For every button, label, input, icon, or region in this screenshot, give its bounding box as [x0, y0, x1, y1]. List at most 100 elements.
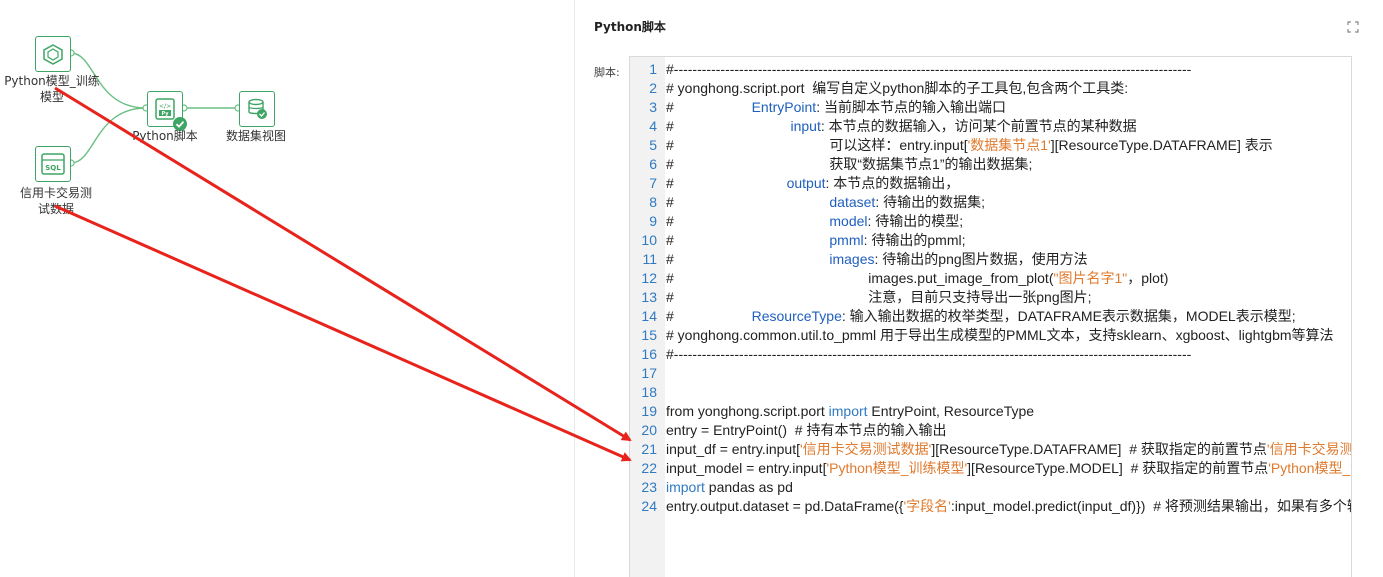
code-token: #	[666, 232, 830, 248]
code-line: # 注意，目前只支持导出一张png图片;	[666, 288, 1092, 307]
code-token: : 待输出的pmml;	[863, 232, 966, 248]
node-label-line: 模型	[39, 90, 64, 104]
code-token: output	[786, 175, 826, 191]
line-number: 19	[641, 403, 657, 419]
node-label-line: Python脚本	[132, 129, 198, 143]
code-line: # 可以这样：entry.input['数据集节点1'][ResourceTyp…	[666, 136, 1273, 155]
svg-text:SQL: SQL	[45, 164, 61, 172]
line-number: 6	[649, 156, 657, 172]
code-line: entry = EntryPoint() # 持有本节点的输入输出	[666, 421, 946, 440]
code-token: ，plot)	[1127, 270, 1169, 286]
code-line: #---------------------------------------…	[666, 345, 1191, 364]
code-token: 'Python模型_训练模型'	[826, 460, 968, 476]
code-token: '信用卡交易测试数据'	[1266, 441, 1351, 457]
code-token: :input_model.predict(input_df)}) # 将预测结果…	[950, 498, 1352, 514]
line-number: 15	[641, 327, 657, 343]
code-token: import	[828, 403, 868, 419]
code-token: images	[829, 251, 875, 267]
line-number: 16	[641, 346, 657, 362]
code-token: pmml	[829, 232, 864, 248]
code-token: : 输入输出数据的枚举类型，DATAFRAME表示数据集，MODEL表示模型;	[841, 308, 1296, 324]
code-token: ][ResourceType.DATAFRAME] 表示	[1050, 137, 1273, 153]
line-number: 14	[641, 308, 657, 324]
code-line: # EntryPoint: 当前脚本节点的输入输出端口	[666, 98, 1006, 117]
code-token: ResourceType	[751, 308, 842, 324]
code-token: pandas as pd	[704, 479, 793, 495]
line-number: 8	[649, 194, 657, 210]
code-token: #	[666, 213, 830, 229]
code-token: #	[666, 194, 830, 210]
svg-text:Py: Py	[161, 111, 169, 117]
code-token: : 待输出的数据集;	[875, 194, 985, 210]
line-number: 4	[649, 118, 657, 134]
line-number: 13	[641, 289, 657, 305]
line-number: 10	[641, 232, 657, 248]
code-line: # pmml: 待输出的pmml;	[666, 231, 966, 250]
code-line: import pandas as pd	[666, 478, 793, 497]
code-token: : 本节点的数据输入，访问某个前置节点的某种数据	[820, 118, 1137, 134]
dataset-view-icon	[239, 91, 275, 127]
code-editor[interactable]: 1 2 3 4 5 6 7 8 9 10 11 12 13 14 15 16 17 18 19 20 21 22 23 24 …	[629, 56, 1352, 577]
code-token: from yonghong.script.port	[666, 403, 829, 419]
code-token: : 当前脚本节点的输入输出端口	[816, 99, 1006, 115]
sql-icon: SQL	[35, 146, 71, 182]
code-line: # input: 本节点的数据输入，访问某个前置节点的某种数据	[666, 117, 1137, 136]
code-line: # images: 待输出的png图片数据，使用方法	[666, 250, 1088, 269]
line-number: 5	[649, 137, 657, 153]
code-token: # 注意，目前只支持导出一张png图片;	[666, 289, 1092, 305]
code-token: # 获取“数据集节点1”的输出数据集;	[666, 156, 1033, 172]
flow-canvas[interactable]: Python模型_训练 模型 SQL 信用卡交易测 试数据 </> Py Pyt…	[0, 0, 575, 577]
code-token: entry = EntryPoint() # 持有本节点的输入输出	[666, 422, 947, 438]
line-number: 24	[641, 498, 657, 514]
code-line: # yonghong.common.util.to_pmml 用于导出生成模型的…	[666, 326, 1334, 345]
code-token: import	[666, 479, 705, 495]
code-line: #---------------------------------------…	[666, 60, 1191, 79]
node-label-line: 信用卡交易测	[19, 186, 92, 200]
code-token: EntryPoint	[751, 99, 817, 115]
line-number: 11	[642, 251, 657, 267]
code-token: : 待输出的png图片数据，使用方法	[874, 251, 1088, 267]
code-line: # model: 待输出的模型;	[666, 212, 963, 231]
line-number: 12	[641, 270, 657, 286]
code-token: dataset	[829, 194, 876, 210]
line-number: 1	[649, 61, 657, 77]
line-number: 7	[649, 175, 657, 191]
code-token: # yonghong.common.util.to_pmml 用于导出生成模型的…	[666, 327, 1334, 343]
code-token: ][ResourceType.DATAFRAME] # 获取指定的前置节点	[931, 441, 1267, 457]
python-model-icon	[35, 36, 71, 72]
line-number: 3	[649, 99, 657, 115]
code-token: #	[666, 308, 752, 324]
panel-title: Python脚本	[594, 20, 666, 34]
code-token: #	[666, 175, 787, 191]
expand-icon[interactable]	[1347, 21, 1359, 33]
code-token: #	[666, 99, 752, 115]
code-token: #	[666, 251, 830, 267]
code-token: EntryPoint, ResourceType	[867, 403, 1035, 419]
code-token: '字段名'	[903, 498, 951, 514]
code-token: entry.output.dataset = pd.DataFrame({	[666, 498, 904, 514]
code-token: ][ResourceType.MODEL] # 获取指定的前置节点	[967, 460, 1269, 476]
code-token: '信用卡交易测试数据'	[800, 441, 932, 457]
code-line: input_df = entry.input['信用卡交易测试数据'][Reso…	[666, 440, 1351, 459]
code-token: : 本节点的数据输出，	[825, 175, 960, 191]
code-line: # ResourceType: 输入输出数据的枚举类型，DATAFRAME表示数…	[666, 307, 1296, 326]
code-token: model	[829, 213, 868, 229]
code-line: # output: 本节点的数据输出，	[666, 174, 959, 193]
code-token: # yonghong.script.port 编写自定义python脚本的子工具…	[666, 80, 1129, 96]
line-number-gutter: 1 2 3 4 5 6 7 8 9 10 11 12 13 14 15 16 17 18 19 20 21 22 23 24	[630, 57, 665, 577]
code-line: from yonghong.script.port import EntryPo…	[666, 402, 1034, 421]
script-label: 脚本:	[594, 66, 620, 79]
line-number: 21	[641, 441, 657, 457]
line-number: 23	[641, 479, 657, 495]
code-token: #---------------------------------------…	[666, 346, 1192, 362]
line-number: 17	[641, 365, 657, 381]
code-token: #	[666, 118, 791, 134]
line-number: 20	[641, 422, 657, 438]
code-line: entry.output.dataset = pd.DataFrame({'字段…	[666, 497, 1352, 516]
code-token: input	[790, 118, 821, 134]
code-line: input_model = entry.input['Python模型_训练模型…	[666, 459, 1351, 478]
code-token: 'Python模型_训练模型'	[1268, 460, 1351, 476]
code-token: "图片名字1"	[1053, 270, 1128, 286]
line-number: 9	[649, 213, 657, 229]
code-token: input_df = entry.input[	[666, 441, 800, 457]
